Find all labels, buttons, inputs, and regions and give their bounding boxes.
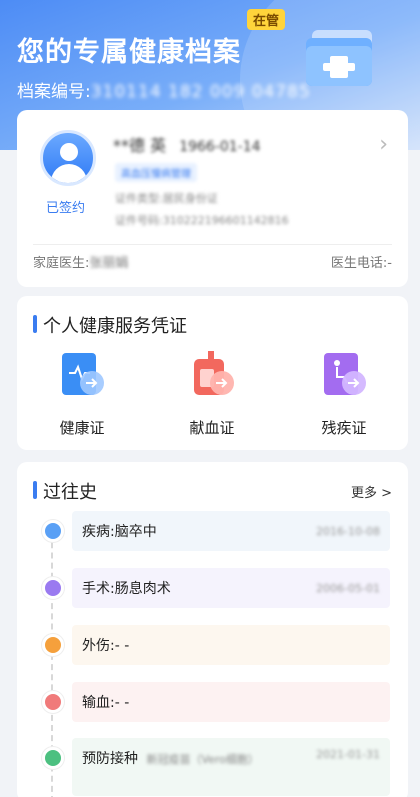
- credential-health-label: 健康证: [59, 419, 105, 437]
- status-badge: 在管: [247, 9, 286, 30]
- profile-card[interactable]: 已签约 **德 英 1966-01-14 高血压慢病管理 证件类型:居民身份证 …: [17, 110, 408, 287]
- blood-donation-icon: [194, 351, 234, 395]
- file-number: 档案编号:310114 182 009 04785: [17, 77, 311, 102]
- credential-health[interactable]: 健康证: [37, 351, 127, 438]
- history-date: 2021-01-31: [316, 748, 380, 761]
- file-number-label: 档案编号:: [17, 82, 91, 102]
- smile-icon: [42, 520, 64, 542]
- vaccine-name: 新冠疫苗（Vero细胞）: [146, 753, 259, 766]
- family-doctor: 家庭医生:张丽娟: [33, 256, 129, 271]
- surgery-icon: [42, 577, 64, 599]
- signed-status: 已签约: [46, 201, 86, 216]
- health-card-icon: [62, 353, 104, 395]
- history-item-surgery[interactable]: 手术:肠息肉术 2006-05-01: [17, 568, 408, 608]
- history-text: 输血:- -: [82, 695, 130, 711]
- blood-drop-icon: [42, 691, 64, 713]
- name-row: **德 英 1966-01-14: [113, 132, 261, 156]
- credential-blood-label: 献血证: [189, 419, 235, 437]
- credential-blood[interactable]: 献血证: [167, 351, 257, 438]
- credentials-card: 个人健康服务凭证 健康证 献血证 残疾证: [17, 296, 408, 450]
- avatar: [40, 130, 96, 186]
- birth-date: 1966-01-14: [179, 139, 261, 155]
- section-title-credentials: 个人健康服务凭证: [33, 312, 187, 338]
- history-date: 2016-10-08: [316, 524, 380, 538]
- credential-disability[interactable]: 残疾证: [299, 351, 389, 438]
- history-item-transfusion[interactable]: 输血:- -: [17, 682, 408, 722]
- doctor-phone: 医生电话:-: [330, 256, 392, 271]
- section-title-history: 过往史: [33, 478, 97, 504]
- history-text: 手术:肠息肉术: [82, 581, 171, 597]
- id-number: 证件号码:310222196601142816: [115, 214, 289, 227]
- history-item-injury[interactable]: 外伤:- -: [17, 625, 408, 665]
- chevron-right-icon[interactable]: ›: [379, 132, 388, 157]
- medical-folder-icon: [306, 30, 372, 86]
- credential-disability-label: 残疾证: [321, 419, 367, 437]
- history-date: 2006-05-01: [316, 581, 380, 595]
- file-number-value: 310114 182 009 04785: [90, 82, 311, 102]
- page-title: 您的专属健康档案: [17, 37, 241, 68]
- history-card: 过往史 更多 > 疾病:脑卒中 2016-10-08 手术:肠息肉术 2006-…: [17, 462, 408, 797]
- doctor-phone-value: -: [387, 256, 392, 271]
- history-item-vaccination[interactable]: 预防接种 新冠疫苗（Vero细胞） 2021-01-31: [17, 738, 408, 796]
- id-type: 证件类型:居民身份证: [115, 192, 218, 205]
- patient-name: **德 英: [113, 136, 167, 155]
- syringe-icon: [42, 747, 64, 769]
- history-text: 疾病:脑卒中: [82, 524, 157, 540]
- history-text: 预防接种 新冠疫苗（Vero细胞）: [82, 751, 259, 767]
- injury-icon: [42, 634, 64, 656]
- doctor-name: 张丽娟: [89, 256, 129, 271]
- disease-tag: 高血压慢病管理: [115, 163, 197, 182]
- history-item-disease[interactable]: 疾病:脑卒中 2016-10-08: [17, 511, 408, 551]
- history-text: 外伤:- -: [82, 638, 130, 654]
- disability-card-icon: [324, 353, 366, 395]
- more-link[interactable]: 更多 >: [351, 482, 392, 501]
- divider: [33, 244, 392, 245]
